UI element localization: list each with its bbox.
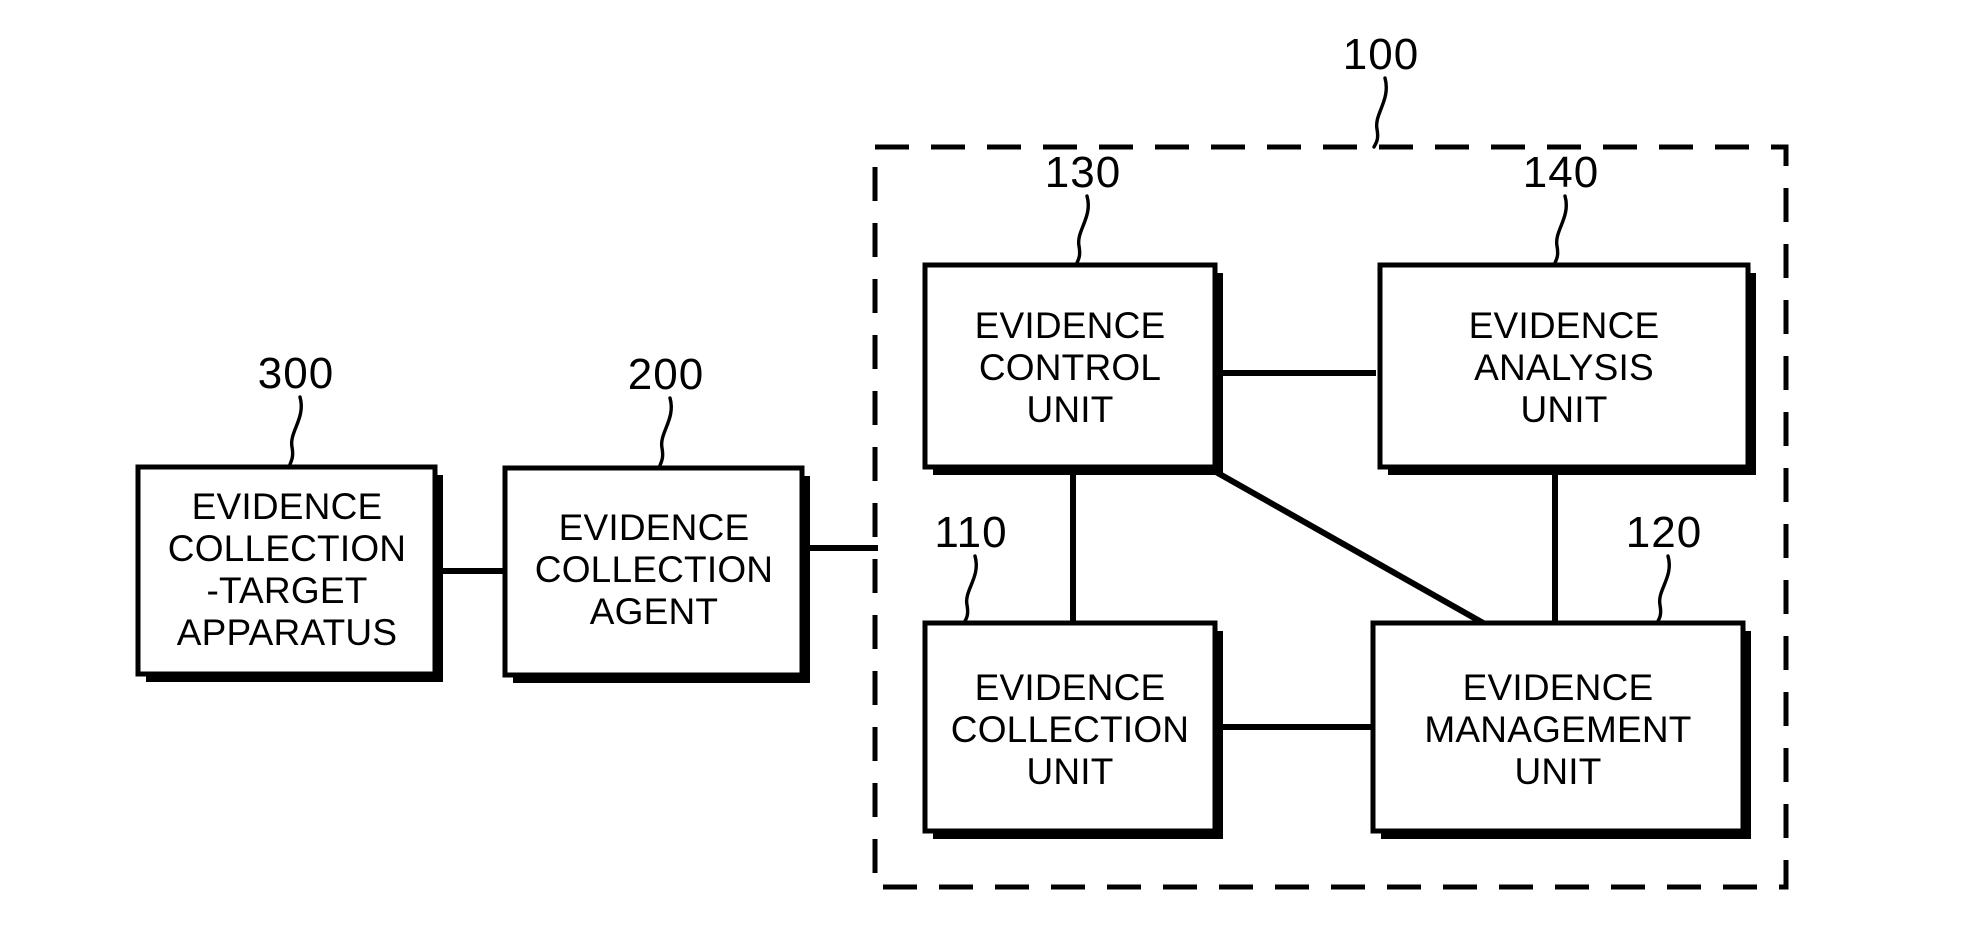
block-label-line-2: MANAGEMENT bbox=[1424, 709, 1691, 750]
reference-number-130: 130 bbox=[1045, 148, 1121, 197]
leader-line-120 bbox=[1655, 554, 1671, 625]
leader-line-140 bbox=[1552, 194, 1568, 267]
leader-line-110 bbox=[962, 554, 978, 625]
block-label-line-3: -TARGET bbox=[206, 570, 367, 611]
block-label-line-2: COLLECTION bbox=[535, 549, 773, 590]
reference-number-140: 140 bbox=[1523, 148, 1599, 197]
reference-number-200: 200 bbox=[628, 350, 704, 399]
block-label-line-1: EVIDENCE bbox=[192, 486, 383, 527]
block-label-line-3: UNIT bbox=[1026, 389, 1113, 430]
block-label-line-3: AGENT bbox=[590, 591, 718, 632]
reference-number-110: 110 bbox=[934, 508, 1007, 557]
leader-line-200 bbox=[657, 396, 673, 470]
reference-number-120: 120 bbox=[1626, 508, 1702, 557]
reference-number-100: 100 bbox=[1343, 30, 1419, 79]
block-evidence-analysis-unit[interactable]: EVIDENCE ANALYSIS UNIT bbox=[1377, 262, 1756, 475]
block-label-line-3: UNIT bbox=[1026, 751, 1113, 792]
block-label-line-1: EVIDENCE bbox=[1469, 305, 1660, 346]
block-label-line-2: COLLECTION bbox=[951, 709, 1189, 750]
block-label-line-3: UNIT bbox=[1520, 389, 1607, 430]
block-label-line-1: EVIDENCE bbox=[1463, 667, 1654, 708]
block-label-line-4: APPARATUS bbox=[177, 612, 397, 653]
block-label-line-1: EVIDENCE bbox=[975, 667, 1166, 708]
block-evidence-control-unit[interactable]: EVIDENCE CONTROL UNIT bbox=[922, 262, 1223, 475]
block-evidence-collection-target-apparatus[interactable]: EVIDENCE COLLECTION -TARGET APPARATUS bbox=[135, 464, 443, 682]
block-evidence-management-unit[interactable]: EVIDENCE MANAGEMENT UNIT bbox=[1370, 620, 1751, 839]
block-evidence-collection-agent[interactable]: EVIDENCE COLLECTION AGENT bbox=[502, 465, 810, 683]
block-label-line-2: ANALYSIS bbox=[1474, 347, 1654, 388]
block-label-line-3: UNIT bbox=[1514, 751, 1601, 792]
patent-block-diagram: EVIDENCE COLLECTION -TARGET APPARATUS 30… bbox=[135, 30, 1789, 890]
block-label-line-2: CONTROL bbox=[979, 347, 1161, 388]
block-label-line-1: EVIDENCE bbox=[559, 507, 750, 548]
block-label-line-1: EVIDENCE bbox=[975, 305, 1166, 346]
block-label-line-2: COLLECTION bbox=[168, 528, 406, 569]
leader-line-130 bbox=[1074, 194, 1090, 267]
leader-line-100 bbox=[1372, 76, 1388, 149]
figure-canvas: EVIDENCE COLLECTION -TARGET APPARATUS 30… bbox=[0, 0, 1975, 952]
reference-number-300: 300 bbox=[258, 349, 334, 398]
block-evidence-collection-unit[interactable]: EVIDENCE COLLECTION UNIT bbox=[922, 620, 1223, 839]
connector-control-to-management-diagonal bbox=[1214, 469, 1494, 631]
leader-line-300 bbox=[287, 395, 303, 469]
